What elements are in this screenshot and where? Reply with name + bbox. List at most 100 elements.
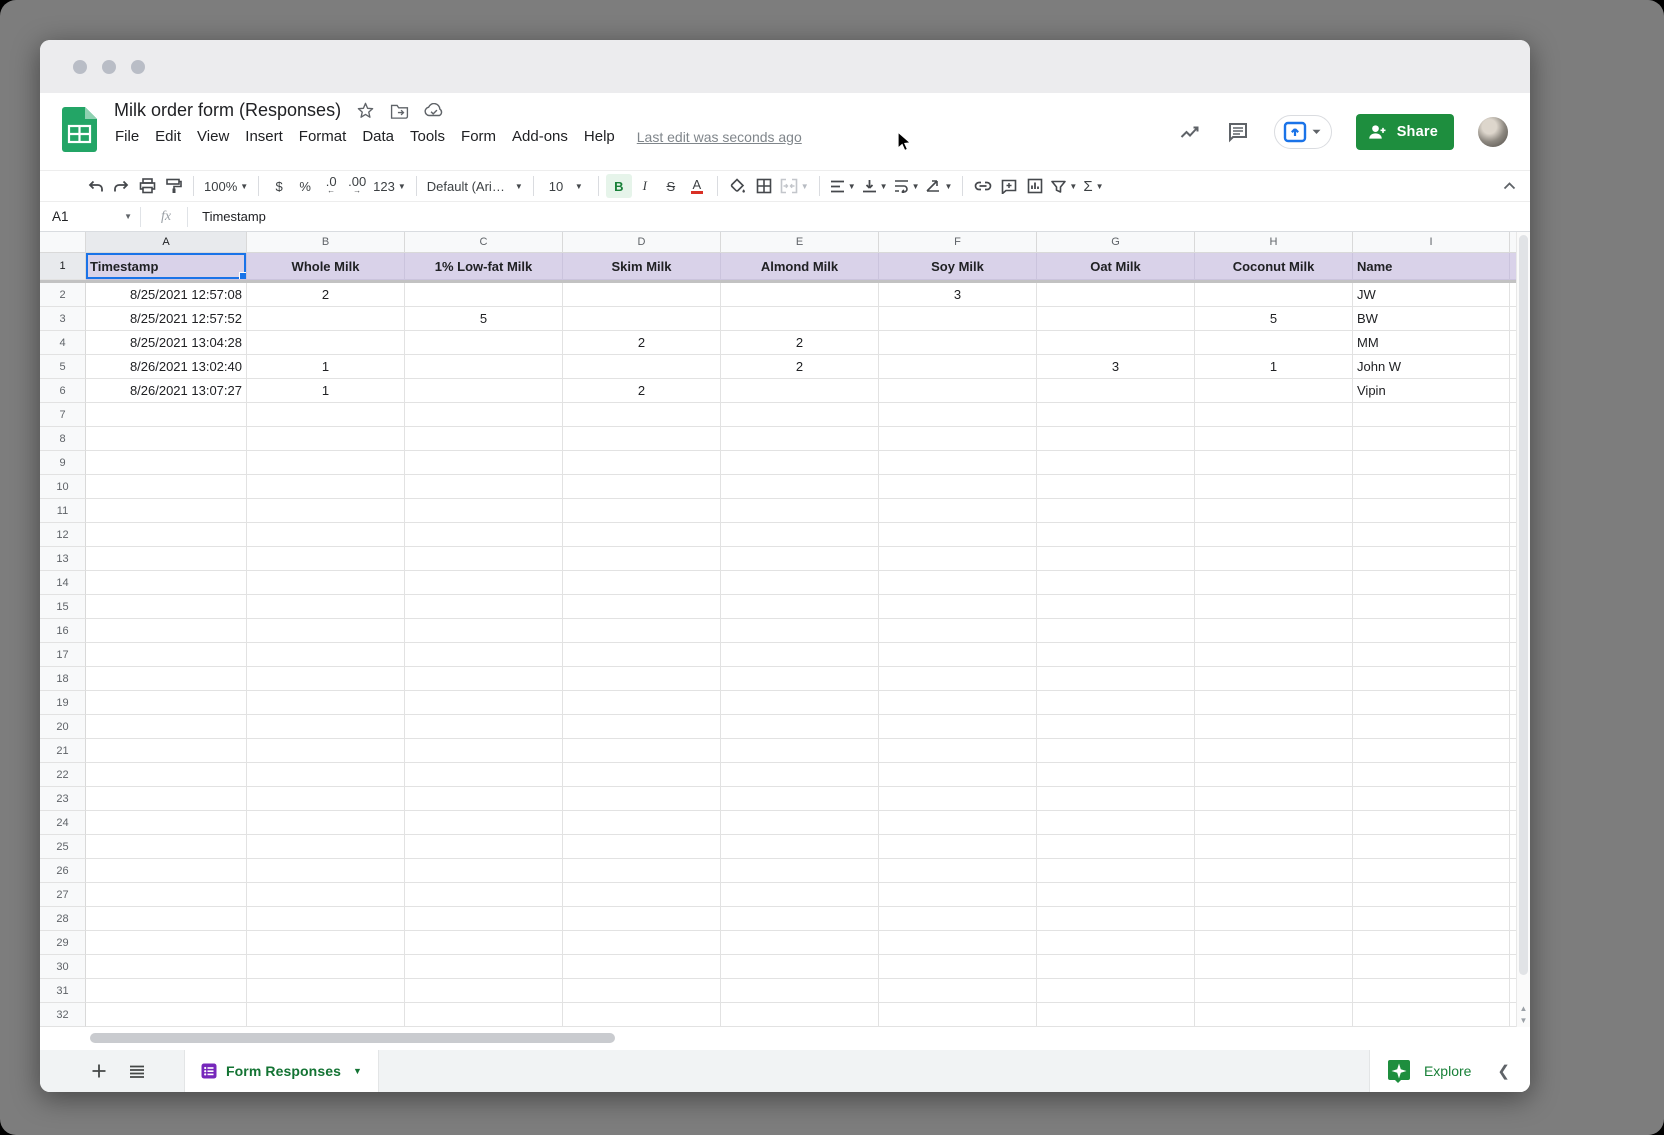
- column-header-D[interactable]: D: [563, 232, 721, 253]
- cell-G4[interactable]: [1037, 331, 1195, 355]
- cell-C18[interactable]: [405, 667, 563, 691]
- comment-history-icon[interactable]: [1226, 120, 1250, 144]
- row-header-1[interactable]: 1: [40, 253, 86, 280]
- column-header-B[interactable]: B: [247, 232, 405, 253]
- row-header-16[interactable]: 16: [40, 619, 86, 643]
- text-wrap-button[interactable]: ▼: [891, 174, 923, 198]
- cell-E7[interactable]: [721, 403, 879, 427]
- cell-H19[interactable]: [1195, 691, 1353, 715]
- cell-I15[interactable]: [1353, 595, 1510, 619]
- cell-D28[interactable]: [563, 907, 721, 931]
- cell-B28[interactable]: [247, 907, 405, 931]
- cell-E30[interactable]: [721, 955, 879, 979]
- cell-G31[interactable]: [1037, 979, 1195, 1003]
- cell-I11[interactable]: [1353, 499, 1510, 523]
- cell-C5[interactable]: [405, 355, 563, 379]
- strikethrough-button[interactable]: S: [658, 174, 684, 198]
- chevron-left-icon[interactable]: ❮: [1483, 1062, 1510, 1080]
- last-edit-status[interactable]: Last edit was seconds ago: [637, 129, 802, 145]
- cell-C10[interactable]: [405, 475, 563, 499]
- cell-F20[interactable]: [879, 715, 1037, 739]
- cell-H6[interactable]: [1195, 379, 1353, 403]
- cell-A20[interactable]: [86, 715, 247, 739]
- cell-H16[interactable]: [1195, 619, 1353, 643]
- explore-button[interactable]: Explore ❮: [1369, 1050, 1530, 1092]
- row-header-27[interactable]: 27: [40, 883, 86, 907]
- cell-E24[interactable]: [721, 811, 879, 835]
- cell-D4[interactable]: 2: [563, 331, 721, 355]
- presentation-mode-button[interactable]: [1274, 115, 1332, 149]
- cell-C2[interactable]: [405, 283, 563, 307]
- cell-D20[interactable]: [563, 715, 721, 739]
- cell-I28[interactable]: [1353, 907, 1510, 931]
- increase-decimal-button[interactable]: .00→: [344, 174, 370, 198]
- cell-D22[interactable]: [563, 763, 721, 787]
- borders-button[interactable]: [751, 174, 777, 198]
- cell-I30[interactable]: [1353, 955, 1510, 979]
- cell-I13[interactable]: [1353, 547, 1510, 571]
- cell-D26[interactable]: [563, 859, 721, 883]
- cell-E1[interactable]: Almond Milk: [721, 253, 879, 280]
- cell-C22[interactable]: [405, 763, 563, 787]
- redo-button[interactable]: [108, 174, 134, 198]
- menu-view[interactable]: View: [189, 126, 237, 147]
- cell-F15[interactable]: [879, 595, 1037, 619]
- cell-I21[interactable]: [1353, 739, 1510, 763]
- cell-D3[interactable]: [563, 307, 721, 331]
- cell-G14[interactable]: [1037, 571, 1195, 595]
- cell-G18[interactable]: [1037, 667, 1195, 691]
- all-sheets-button[interactable]: [120, 1054, 154, 1088]
- cell-A32[interactable]: [86, 1003, 247, 1027]
- cell-E25[interactable]: [721, 835, 879, 859]
- cell-A24[interactable]: [86, 811, 247, 835]
- menu-tools[interactable]: Tools: [402, 126, 453, 147]
- cell-F32[interactable]: [879, 1003, 1037, 1027]
- add-sheet-button[interactable]: [82, 1054, 116, 1088]
- cell-G10[interactable]: [1037, 475, 1195, 499]
- cell-D14[interactable]: [563, 571, 721, 595]
- cell-H8[interactable]: [1195, 427, 1353, 451]
- cell-G28[interactable]: [1037, 907, 1195, 931]
- cell-B4[interactable]: [247, 331, 405, 355]
- row-header-2[interactable]: 2: [40, 283, 86, 307]
- cell-F16[interactable]: [879, 619, 1037, 643]
- font-select[interactable]: Default (Ari…▼: [424, 174, 526, 198]
- cell-C31[interactable]: [405, 979, 563, 1003]
- cell-A11[interactable]: [86, 499, 247, 523]
- cell-E18[interactable]: [721, 667, 879, 691]
- cell-I31[interactable]: [1353, 979, 1510, 1003]
- cell-E16[interactable]: [721, 619, 879, 643]
- cell-D2[interactable]: [563, 283, 721, 307]
- cell-H21[interactable]: [1195, 739, 1353, 763]
- cell-F17[interactable]: [879, 643, 1037, 667]
- text-color-button[interactable]: A: [684, 174, 710, 198]
- cell-H18[interactable]: [1195, 667, 1353, 691]
- move-to-folder-icon[interactable]: [390, 103, 409, 119]
- vertical-align-button[interactable]: ▼: [859, 174, 891, 198]
- zoom-select[interactable]: 100%▼: [201, 174, 251, 198]
- cell-F30[interactable]: [879, 955, 1037, 979]
- cell-G32[interactable]: [1037, 1003, 1195, 1027]
- cell-H15[interactable]: [1195, 595, 1353, 619]
- cell-A14[interactable]: [86, 571, 247, 595]
- cell-F23[interactable]: [879, 787, 1037, 811]
- cell-G5[interactable]: 3: [1037, 355, 1195, 379]
- cell-H32[interactable]: [1195, 1003, 1353, 1027]
- cell-A27[interactable]: [86, 883, 247, 907]
- number-format-menu[interactable]: 123▼: [370, 174, 409, 198]
- cell-F25[interactable]: [879, 835, 1037, 859]
- cell-B9[interactable]: [247, 451, 405, 475]
- cell-A4[interactable]: 8/25/2021 13:04:28: [86, 331, 247, 355]
- cell-G16[interactable]: [1037, 619, 1195, 643]
- cell-B20[interactable]: [247, 715, 405, 739]
- cell-G21[interactable]: [1037, 739, 1195, 763]
- cell-F27[interactable]: [879, 883, 1037, 907]
- cell-D7[interactable]: [563, 403, 721, 427]
- cell-C4[interactable]: [405, 331, 563, 355]
- cell-A15[interactable]: [86, 595, 247, 619]
- cell-D24[interactable]: [563, 811, 721, 835]
- cell-B15[interactable]: [247, 595, 405, 619]
- cell-E21[interactable]: [721, 739, 879, 763]
- cell-C19[interactable]: [405, 691, 563, 715]
- menu-file[interactable]: File: [107, 126, 147, 147]
